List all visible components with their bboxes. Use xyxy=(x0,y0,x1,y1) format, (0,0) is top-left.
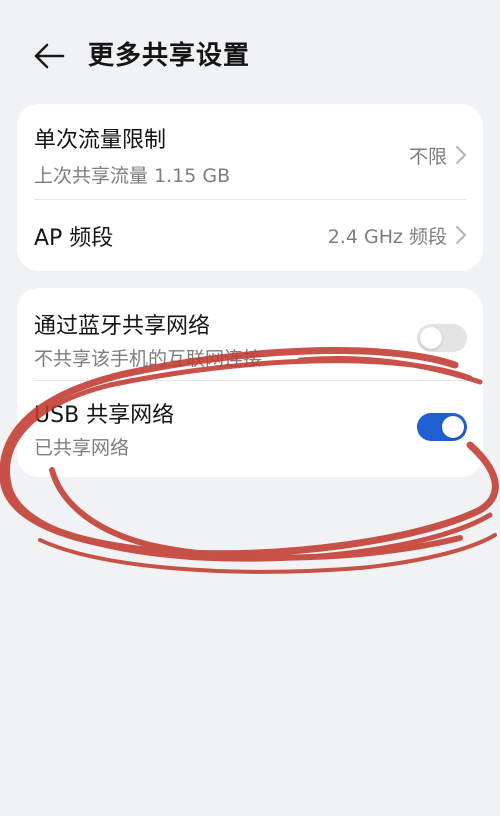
bluetooth-tethering-row[interactable]: 通过蓝牙共享网络 不共享该手机的互联网连接 xyxy=(17,288,483,380)
last-shared-traffic-text: 上次共享流量 1.15 GB xyxy=(34,165,231,187)
settings-card-sharing: 通过蓝牙共享网络 不共享该手机的互联网连接 USB 共享网络 已共享网络 xyxy=(17,288,483,477)
usb-tethering-row[interactable]: USB 共享网络 已共享网络 xyxy=(17,381,483,477)
bluetooth-tethering-status: 不共享该手机的互联网连接 xyxy=(34,348,263,370)
arrow-left-icon xyxy=(34,43,65,69)
page-title: 更多共享设置 xyxy=(88,41,251,71)
usb-tethering-status: 已共享网络 xyxy=(34,437,130,459)
usb-tethering-toggle[interactable] xyxy=(417,413,467,441)
toggle-knob xyxy=(442,416,464,438)
toggle-knob xyxy=(420,327,442,349)
data-limit-label: 单次流量限制 xyxy=(34,128,167,153)
data-limit-value: 不限 xyxy=(408,146,447,168)
chevron-right-icon xyxy=(456,146,466,164)
chevron-right-icon xyxy=(456,226,466,244)
ap-band-row[interactable]: AP 频段 2.4 GHz 频段 xyxy=(17,200,483,271)
back-button[interactable] xyxy=(26,36,70,76)
top-app-bar: 更多共享设置 xyxy=(0,0,500,108)
bluetooth-tethering-toggle[interactable] xyxy=(417,324,467,352)
data-limit-row[interactable]: 单次流量限制 上次共享流量 1.15 GB 不限 xyxy=(17,104,483,199)
ap-band-label: AP 频段 xyxy=(34,226,114,251)
usb-tethering-label: USB 共享网络 xyxy=(34,403,175,428)
bluetooth-tethering-label: 通过蓝牙共享网络 xyxy=(34,314,211,339)
settings-card-traffic: 单次流量限制 上次共享流量 1.15 GB 不限 AP 频段 2.4 GHz 频… xyxy=(17,104,483,271)
ap-band-value: 2.4 GHz 频段 xyxy=(327,226,447,248)
